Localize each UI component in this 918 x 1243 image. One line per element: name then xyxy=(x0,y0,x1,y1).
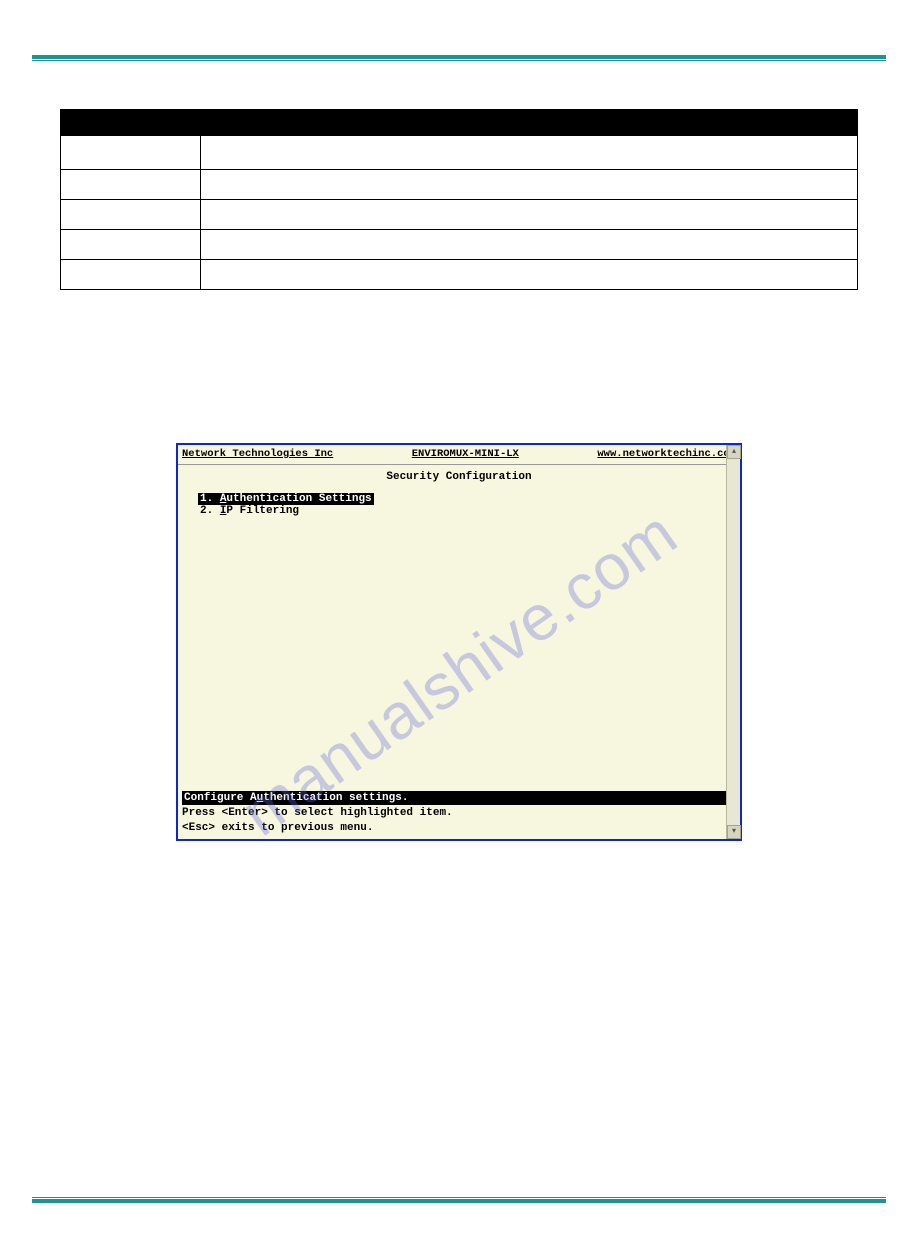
table-row xyxy=(61,200,858,230)
table-cell xyxy=(201,260,858,290)
terminal-titlebar: Network Technologies Inc ENVIROMUX-MINI-… xyxy=(178,445,740,465)
table-cell xyxy=(201,230,858,260)
terminal-brand: Network Technologies Inc xyxy=(182,448,333,460)
table-cell xyxy=(61,260,201,290)
scroll-down-icon[interactable]: ▾ xyxy=(727,825,741,839)
table-row xyxy=(61,136,858,170)
table-cell xyxy=(201,136,858,170)
table-cell xyxy=(61,170,201,200)
page-content: Network Technologies Inc ENVIROMUX-MINI-… xyxy=(0,61,918,841)
terminal-status-line: Configure Authentication settings. xyxy=(182,791,736,805)
terminal-menu: 1. Authentication Settings 2. IP Filteri… xyxy=(178,493,740,517)
table-header-row xyxy=(61,110,858,136)
bottom-rule xyxy=(32,1197,886,1203)
terminal-hint-enter: Press <Enter> to select highlighted item… xyxy=(182,805,736,820)
settings-table xyxy=(60,109,858,290)
table-header-cell xyxy=(201,110,858,136)
terminal-product: ENVIROMUX-MINI-LX xyxy=(412,448,519,460)
terminal-heading: Security Configuration xyxy=(178,465,740,493)
table-header-cell xyxy=(61,110,201,136)
terminal-menu-item-ipfilter[interactable]: 2. IP Filtering xyxy=(198,505,301,517)
terminal-screenshot: Network Technologies Inc ENVIROMUX-MINI-… xyxy=(176,443,742,841)
terminal-footer: Configure Authentication settings. Press… xyxy=(178,791,740,839)
table-row xyxy=(61,170,858,200)
table-cell xyxy=(61,136,201,170)
table-row xyxy=(61,260,858,290)
terminal-scrollbar[interactable]: ▴ ▾ xyxy=(726,445,740,839)
table-row xyxy=(61,230,858,260)
table-cell xyxy=(61,230,201,260)
terminal-url: www.networktechinc.com xyxy=(597,448,736,460)
terminal-menu-item-auth[interactable]: 1. Authentication Settings xyxy=(198,493,374,505)
table-cell xyxy=(61,200,201,230)
table-cell xyxy=(201,170,858,200)
scroll-up-icon[interactable]: ▴ xyxy=(727,445,741,459)
terminal-hint-esc: <Esc> exits to previous menu. xyxy=(182,820,736,835)
table-cell xyxy=(201,200,858,230)
